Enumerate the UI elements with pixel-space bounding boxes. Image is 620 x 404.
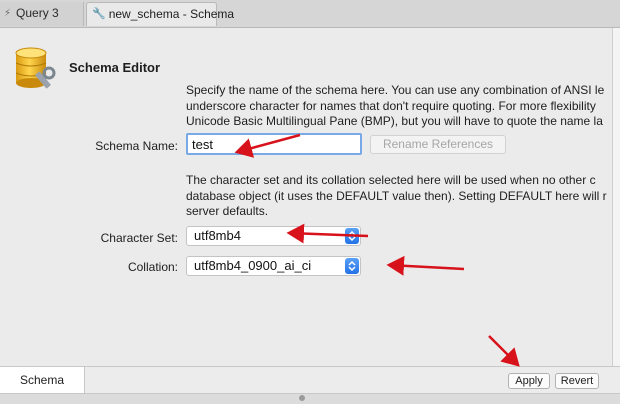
rename-references-button[interactable]: Rename References [370,135,506,154]
tab-bar: ⚡ Query 3 🔧 new_schema - Schema [0,0,620,28]
description-line: Specify the name of the schema here. You… [186,83,605,97]
collation-label: Collation: [127,260,178,274]
tab-query-3[interactable]: ⚡ Query 3 [0,2,84,26]
description-line: underscore character for names that don'… [186,98,596,113]
bottom-bar: Schema Apply Revert [0,366,620,393]
schema-name-description: Specify the name of the schema here. You… [186,83,612,130]
schema-name-label: Schema Name: [95,139,178,153]
character-set-label: Character Set: [100,231,178,245]
tab-schema[interactable]: Schema [0,367,85,393]
description-line: Unicode Basic Multilingual Pane (BMP), b… [186,114,603,128]
footer-resize-bar[interactable] [0,393,620,404]
schema-editor-panel: Schema Editor Specify the name of the sc… [0,28,612,366]
page-title: Schema Editor [69,60,161,75]
character-set-value: utf8mb4 [194,228,241,243]
tab-new-schema-label: new_schema - Schema [108,7,235,21]
database-icon [15,47,56,89]
character-set-select[interactable]: utf8mb4 [186,226,361,246]
description-line: server defaults. [186,204,269,218]
chevron-updown-icon [345,258,359,274]
chevron-updown-icon [345,228,359,244]
charset-description: The character set and its collation sele… [186,173,612,220]
collation-value: utf8mb4_0900_ai_ci [194,258,312,273]
description-line: The character set and its collation sele… [186,173,596,187]
collation-select[interactable]: utf8mb4_0900_ai_ci [186,256,361,276]
apply-button[interactable]: Apply [508,373,550,389]
tab-query-3-label: Query 3 [16,6,59,20]
resize-grip-icon[interactable] [299,395,305,401]
schema-name-input[interactable] [186,133,362,155]
revert-button[interactable]: Revert [555,373,599,389]
wrench-icon: 🔧 [92,8,106,21]
vertical-scrollbar[interactable] [612,28,620,366]
lightning-icon: ⚡ [4,8,12,20]
description-line: database object (it uses the DEFAULT val… [186,188,607,203]
tab-new-schema[interactable]: 🔧 new_schema - Schema [86,2,234,26]
